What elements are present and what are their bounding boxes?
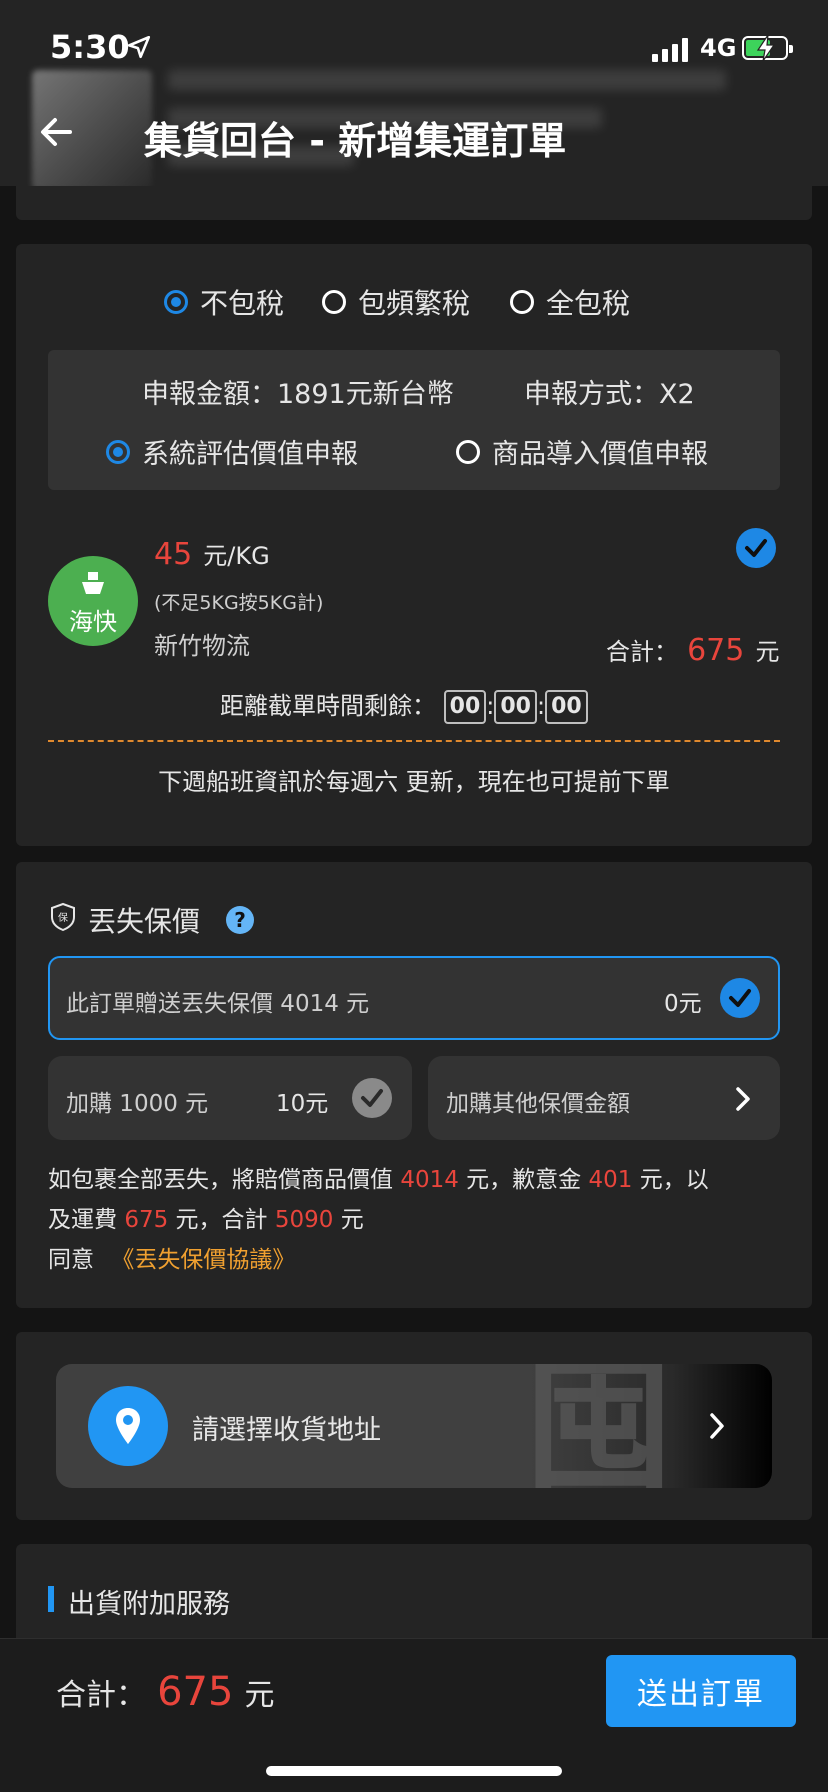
- location-pin-icon: [88, 1386, 168, 1466]
- help-icon[interactable]: ?: [226, 906, 254, 934]
- signal-icon: [652, 38, 688, 62]
- declare-method: 申報方式：X2: [524, 379, 695, 410]
- sea-express-badge: 海快: [48, 556, 138, 646]
- countdown-seconds: 00: [545, 690, 588, 724]
- rate-unit: 元/KG: [203, 542, 270, 570]
- schedule-note: 下週船班資訊於每週六 更新，現在也可提前下單: [158, 768, 670, 796]
- header-bar: 5:30 4G 集貨回台 - 新增集運訂單: [0, 0, 828, 186]
- insurance-agree-line: 同意 《丟失保價協議》: [48, 1247, 296, 1273]
- rate-value: 45: [154, 537, 193, 572]
- previous-card-edge: [16, 186, 812, 220]
- network-type: 4G: [700, 34, 737, 62]
- gift-insurance-label: 此訂單贈送丟失保價 4014 元: [66, 991, 370, 1017]
- footer-total-value: 675: [157, 1669, 234, 1715]
- other-insurance-label: 加購其他保價金額: [446, 1091, 630, 1117]
- insurance-desc-line2: 及運費 675 元，合計 5090 元: [48, 1207, 364, 1233]
- submit-order-button[interactable]: 送出訂單: [606, 1655, 796, 1727]
- shipping-check-icon[interactable]: [736, 528, 776, 568]
- radio-icon: [456, 439, 480, 464]
- tax-option-frequent[interactable]: 包頻繁稅: [322, 282, 470, 322]
- addon-price: 10元: [276, 1091, 329, 1117]
- page-title: 集貨回台 - 新增集運訂單: [144, 119, 567, 163]
- address-selector[interactable]: 囤 請選擇收貨地址: [56, 1364, 772, 1488]
- location-arrow-icon: [127, 35, 151, 59]
- addon-insurance-option[interactable]: 加購 1000 元 10元: [48, 1056, 412, 1140]
- radio-selected-icon: [106, 439, 130, 464]
- carrier-name: 新竹物流: [154, 632, 250, 660]
- insurance-title: 丟失保價: [88, 905, 201, 938]
- back-arrow-icon[interactable]: [36, 112, 76, 152]
- extra-services-title: 出貨附加服務: [68, 1589, 230, 1620]
- insurance-desc-line1: 如包裹全部丟失，將賠償商品價值 4014 元，歉意金 401 元，以: [48, 1167, 709, 1193]
- status-time: 5:30: [50, 28, 130, 66]
- tax-option-none[interactable]: 不包稅: [164, 282, 284, 322]
- other-insurance-button[interactable]: 加購其他保價金額: [428, 1056, 780, 1140]
- address-watermark: 囤: [524, 1364, 675, 1488]
- shipping-rate: 45 元/KG: [154, 536, 270, 572]
- cutoff-countdown: 距離截單時間剩餘： 00:00:00: [220, 686, 588, 724]
- value-option-product[interactable]: 商品導入價值申報: [456, 432, 708, 471]
- section-marker: [48, 1586, 54, 1612]
- chevron-right-icon: [710, 1413, 724, 1439]
- battery-icon: [742, 35, 793, 61]
- footer-total: 合計： 675 元: [56, 1669, 275, 1715]
- insurance-agreement-link[interactable]: 《丟失保價協議》: [111, 1247, 295, 1273]
- gift-insurance-option[interactable]: 此訂單贈送丟失保價 4014 元 0元: [48, 956, 780, 1040]
- address-card: 囤 請選擇收貨地址: [16, 1332, 812, 1520]
- declared-amount: 申報金額：1891元新台幣: [142, 379, 454, 410]
- ship-icon: [82, 572, 104, 594]
- gift-insurance-price: 0元: [664, 991, 702, 1017]
- addon-label: 加購 1000 元: [66, 1091, 209, 1117]
- radio-icon: [322, 290, 346, 314]
- home-indicator: [266, 1766, 562, 1776]
- gift-check-icon: [720, 978, 760, 1018]
- address-placeholder: 請選擇收貨地址: [192, 1415, 381, 1446]
- shipping-card: 不包稅 包頻繁稅 全包稅 申報金額：1891元新台幣 申報方式：X2 系統評估價…: [16, 244, 812, 846]
- radio-selected-icon: [164, 290, 188, 314]
- shield-icon: 保: [51, 902, 75, 932]
- shipping-total-value: 675: [687, 633, 745, 668]
- shipping-total: 合計： 675 元: [606, 633, 780, 668]
- svg-text:保: 保: [58, 911, 68, 924]
- badge-label: 海快: [69, 608, 117, 636]
- min-weight-note: (不足5KG按5KG計): [154, 592, 324, 614]
- dashed-divider: [48, 740, 780, 742]
- radio-icon: [510, 290, 534, 314]
- insurance-description: 如包裹全部丟失，將賠償商品價值 4014 元，歉意金 401 元，以 及運費 6…: [48, 1160, 788, 1280]
- value-option-system[interactable]: 系統評估價值申報: [106, 432, 358, 471]
- tax-option-all[interactable]: 全包稅: [510, 282, 630, 322]
- countdown-minutes: 00: [494, 690, 537, 724]
- chevron-right-icon: [736, 1087, 750, 1111]
- countdown-hours: 00: [443, 690, 487, 724]
- addon-check-icon: [352, 1078, 392, 1118]
- declaration-box: 申報金額：1891元新台幣 申報方式：X2 系統評估價值申報 商品導入價值申報: [48, 350, 780, 490]
- insurance-card: 保 丟失保價 ? 此訂單贈送丟失保價 4014 元 0元 加購 1000 元 1…: [16, 862, 812, 1308]
